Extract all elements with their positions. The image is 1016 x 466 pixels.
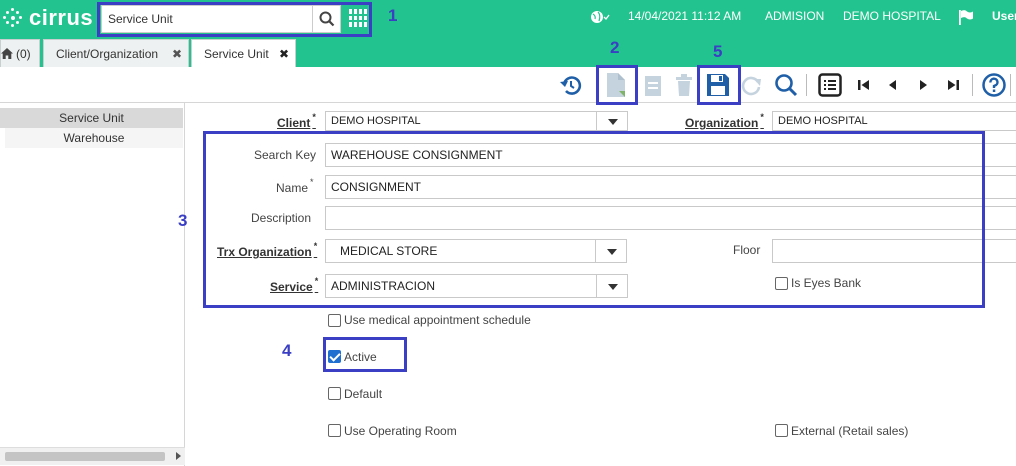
external-retail-checkbox[interactable] [775,424,788,437]
tree-panel: Service Unit Warehouse [0,103,185,466]
delete-record-button[interactable] [671,72,697,98]
tree-horizontal-scrollbar[interactable] [0,447,185,465]
use-operating-room-checkbox[interactable] [328,424,341,437]
refresh-icon [741,76,761,96]
header-role[interactable]: ADMISION [765,9,824,23]
external-retail-label: External (Retail sales) [791,424,909,438]
list-view-icon [818,73,842,97]
tab-service-unit[interactable]: Service Unit ✖ [191,39,296,67]
annotation-box-4 [323,337,407,372]
notification-flag-icon[interactable] [958,10,974,25]
default-label: Default [344,387,383,401]
default-checkbox[interactable] [328,387,341,400]
next-record-icon [920,80,927,90]
last-record-button[interactable] [940,72,966,98]
undo-button[interactable] [558,72,584,98]
annotation-box-3 [203,131,985,308]
annotation-number-4: 4 [282,341,292,360]
organization-field[interactable]: DEMO HOSPITAL [772,111,1016,131]
header-organization[interactable]: DEMO HOSPITAL [843,9,941,23]
use-operating-room-label: Use Operating Room [344,424,457,438]
use-medical-schedule-checkbox[interactable] [328,314,341,327]
tab-client-organization[interactable]: Client/Organization ✖ [43,39,189,67]
scroll-right-arrow-icon[interactable] [176,452,181,460]
tab-label: Client/Organization [56,46,159,61]
header-user[interactable]: User [992,9,1016,23]
annotation-box-2 [596,65,638,105]
first-record-button[interactable] [851,72,877,98]
tree-item-warehouse[interactable]: Warehouse [5,128,183,148]
brand-name: cirrus [29,5,94,30]
close-tab-icon[interactable]: ✖ [172,47,182,61]
toolbar-divider [972,74,973,96]
cirrus-logo-icon [2,7,24,29]
annotation-number-3: 3 [178,211,188,230]
grid-toggle-button[interactable] [817,72,843,98]
previous-record-button[interactable] [880,72,906,98]
home-count: (0) [16,46,31,61]
annotation-number-5: 5 [713,42,723,61]
tab-label: Service Unit [204,46,269,61]
use-medical-schedule-label: Use medical appointment schedule [344,313,531,327]
undo-icon [560,76,582,95]
app-logo[interactable]: cirrus [2,5,94,30]
header-datetime: 14/04/2021 11:12 AM [628,9,742,23]
annotation-box-5 [697,65,741,105]
annotation-number-2: 2 [610,38,620,57]
previous-record-icon [889,80,896,90]
language-globe-icon[interactable] [590,9,610,25]
search-icon [775,74,798,97]
copy-document-icon [645,76,661,96]
tree-header[interactable]: Service Unit [0,108,183,128]
organization-label[interactable]: Organization * [685,112,764,130]
help-icon [982,73,1006,97]
find-button[interactable] [773,72,799,98]
tab-home[interactable]: (0) [0,39,40,67]
window-tabs: (0) Client/Organization ✖ Service Unit ✖ [0,37,1016,67]
client-field[interactable]: DEMO HOSPITAL [325,111,597,131]
copy-record-button[interactable] [640,72,666,98]
close-tab-icon[interactable]: ✖ [279,47,289,61]
toolbar-divider [1010,74,1011,96]
trash-icon [676,74,692,96]
next-record-button[interactable] [910,72,936,98]
client-label[interactable]: Client * [277,112,316,130]
record-toolbar [0,67,1016,103]
annotation-number-1: 1 [388,6,398,25]
scrollbar-thumb[interactable] [5,452,165,461]
help-button[interactable] [981,72,1007,98]
refresh-button[interactable] [738,72,764,98]
home-icon [1,48,13,59]
last-record-icon [948,80,959,90]
first-record-icon [858,80,869,90]
annotation-box-1 [97,2,372,37]
client-dropdown-button[interactable] [596,111,628,131]
toolbar-divider [806,74,807,96]
